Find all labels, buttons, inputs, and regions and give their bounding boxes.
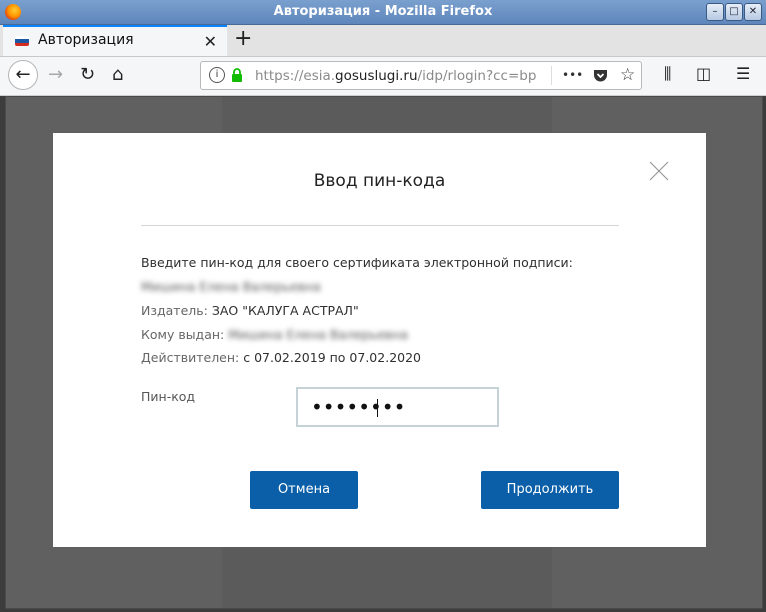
home-button[interactable]: ⌂ — [112, 64, 123, 85]
validity-label: Действителен: — [141, 350, 240, 365]
library-icon[interactable]: ⫼ — [664, 64, 671, 84]
certificate-owner: Мишина Елена Валерьевна — [141, 279, 321, 294]
tab-title: Авторизация — [38, 32, 134, 48]
bookmark-star-icon[interactable]: ☆ — [620, 65, 635, 85]
russia-flag-icon — [15, 36, 29, 46]
navigation-toolbar: ← → ↻ ⌂ i https://esia.gosuslugi.ru/idp/… — [0, 57, 766, 96]
text-caret — [377, 399, 378, 417]
maximize-button[interactable]: □ — [725, 3, 743, 21]
validity-row: Действителен: с 07.02.2019 по 07.02.2020 — [141, 350, 421, 365]
menu-icon[interactable]: ☰ — [736, 64, 750, 83]
url-path: /idp/rlogin?cc=bp — [417, 68, 537, 84]
close-window-button[interactable]: ✕ — [744, 3, 762, 21]
pin-label: Пин-код — [141, 389, 196, 404]
cancel-button[interactable]: Отмена — [250, 471, 358, 509]
issued-to-value: Мишина Елена Валерьевна — [228, 327, 409, 342]
tab-close-icon[interactable]: ✕ — [204, 32, 217, 51]
url-text[interactable]: https://esia.gosuslugi.ru/idp/rlogin?cc=… — [255, 68, 536, 84]
issuer-label: Издатель: — [141, 303, 208, 318]
window-titlebar: Авторизация - Mozilla Firefox – □ ✕ — [0, 0, 766, 25]
sidebar-icon[interactable]: ◫ — [696, 64, 711, 83]
pin-value: •••••••• — [311, 395, 406, 419]
window-title: Авторизация - Mozilla Firefox — [273, 4, 493, 19]
validity-value: с 07.02.2019 по 07.02.2020 — [243, 350, 422, 365]
dialog-divider — [141, 225, 619, 226]
url-separator — [551, 66, 552, 85]
reload-button[interactable]: ↻ — [80, 64, 95, 85]
url-bar[interactable]: i https://esia.gosuslugi.ru/idp/rlogin?c… — [200, 61, 642, 90]
pocket-icon[interactable] — [593, 69, 608, 83]
tab-authorization[interactable]: Авторизация ✕ — [3, 25, 227, 56]
back-button[interactable]: ← — [8, 60, 38, 90]
issuer-value: ЗАО "КАЛУГА АСТРАЛ" — [211, 303, 359, 318]
info-icon[interactable]: i — [209, 67, 225, 83]
url-prefix: https://esia. — [255, 68, 336, 84]
page-actions-icon[interactable]: ••• — [562, 68, 583, 82]
continue-button[interactable]: Продолжить — [481, 471, 619, 509]
issued-to-label: Кому выдан: — [141, 327, 225, 342]
pin-input[interactable]: •••••••• — [296, 387, 499, 427]
forward-button[interactable]: → — [48, 64, 63, 85]
issuer-row: Издатель: ЗАО "КАЛУГА АСТРАЛ" — [141, 303, 359, 318]
new-tab-button[interactable]: + — [234, 26, 252, 51]
dialog-intro: Введите пин-код для своего сертификата э… — [141, 255, 573, 270]
pin-code-dialog: Ввод пин-кода Введите пин-код для своего… — [53, 133, 706, 547]
url-domain: gosuslugi.ru — [335, 68, 418, 84]
close-icon[interactable] — [647, 159, 671, 183]
lock-icon[interactable] — [231, 68, 243, 82]
issued-to-row: Кому выдан: Мишина Елена Валерьевна — [141, 327, 408, 342]
tab-strip: Авторизация ✕ + — [0, 25, 766, 57]
dialog-title: Ввод пин-кода — [313, 171, 446, 191]
minimize-button[interactable]: – — [706, 3, 724, 21]
